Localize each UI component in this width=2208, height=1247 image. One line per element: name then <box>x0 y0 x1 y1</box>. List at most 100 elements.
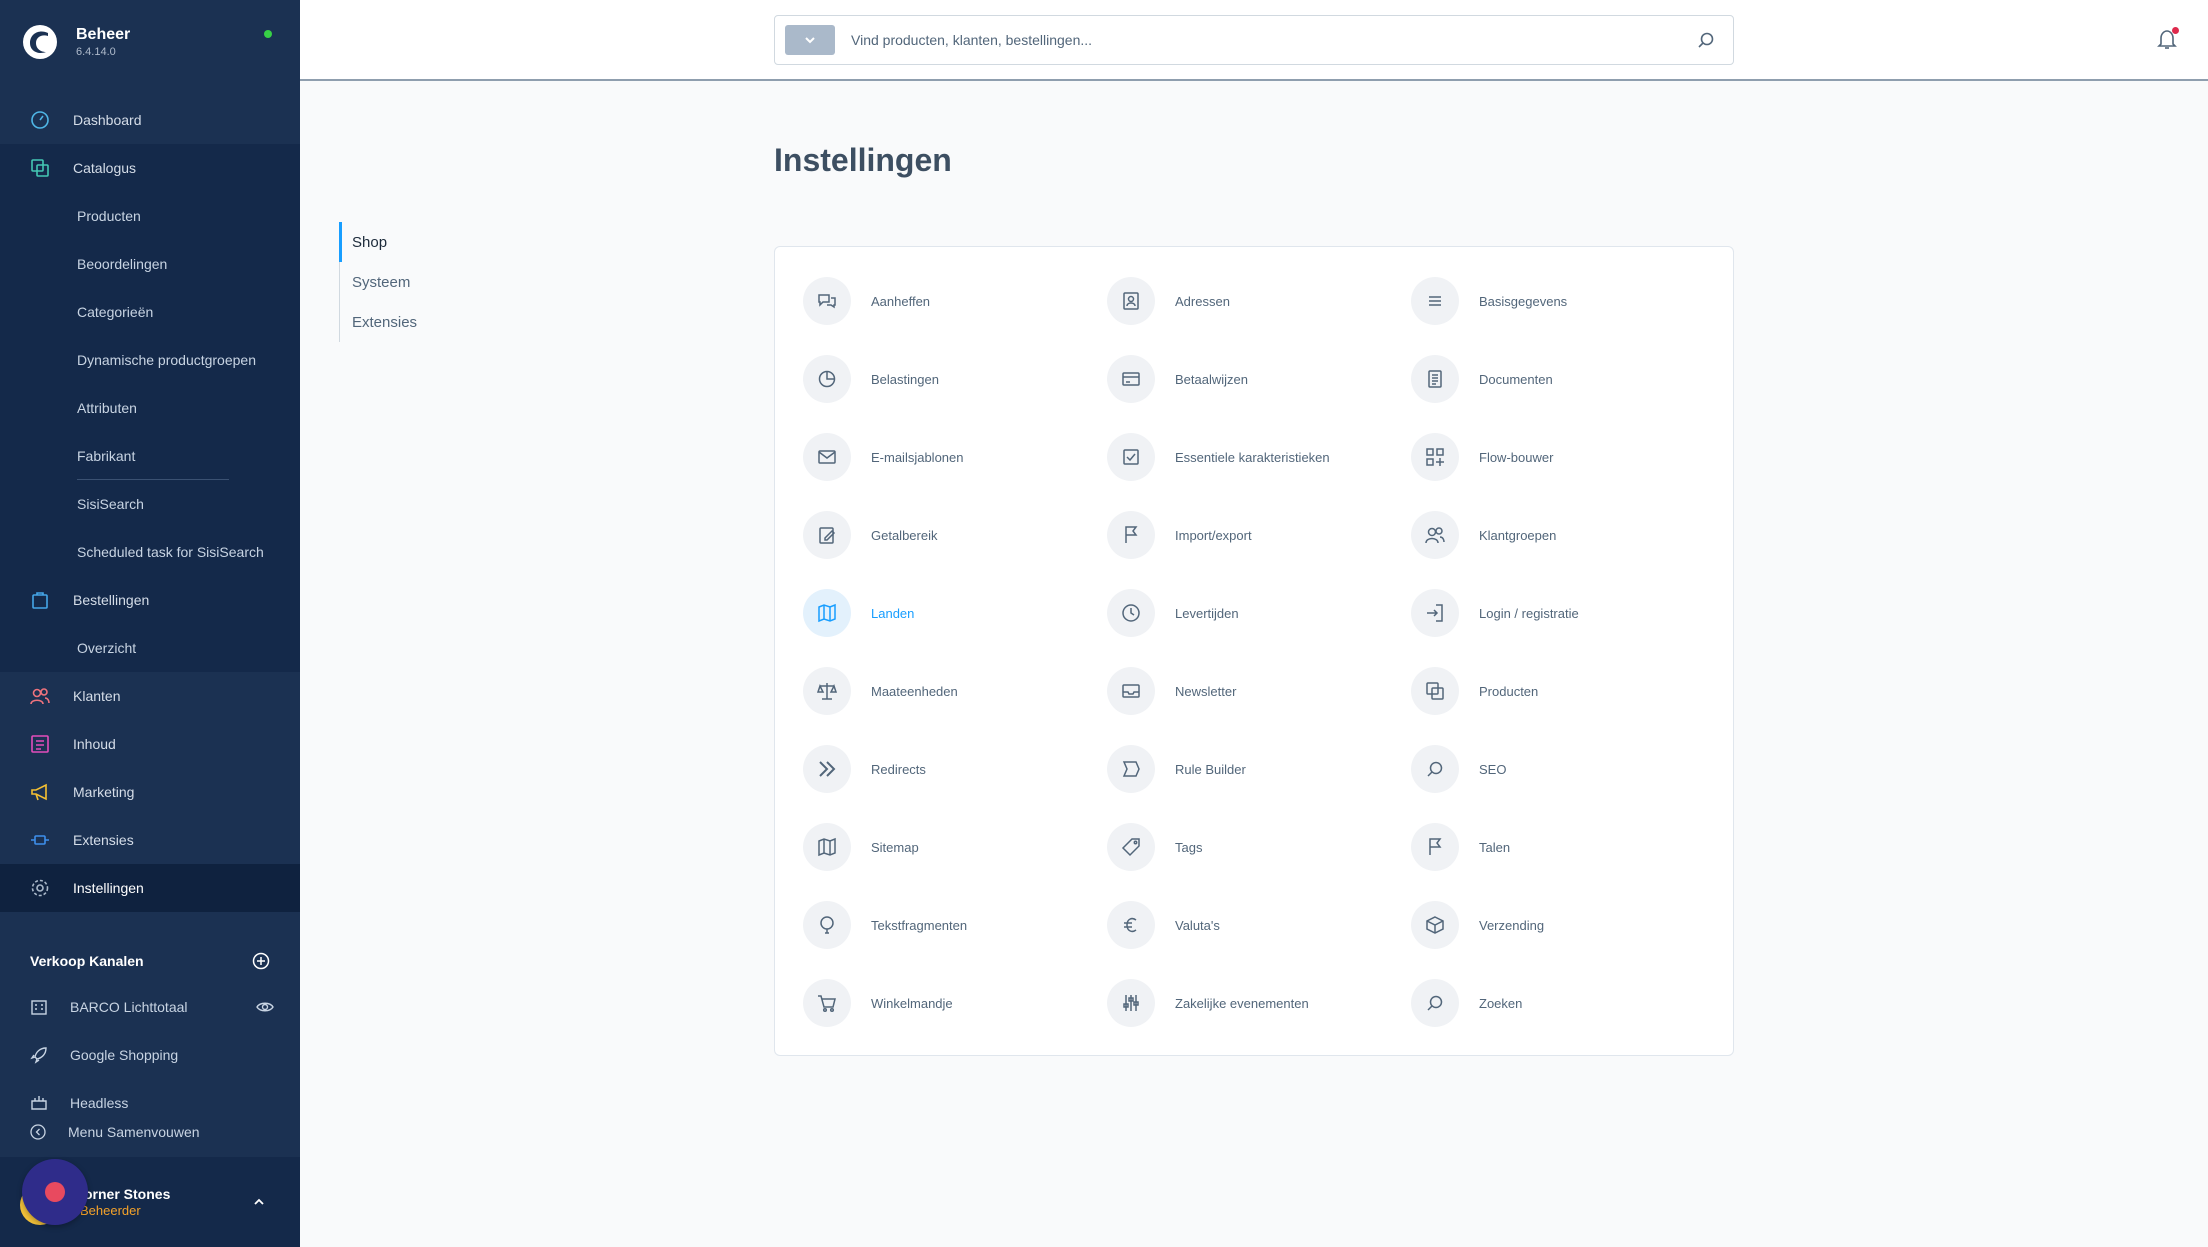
settings-item-label: Zoeken <box>1479 995 1523 1011</box>
edit-icon <box>803 511 851 559</box>
settings-item-essentiele-karakteristieken[interactable]: Essentiele karakteristieken <box>1107 431 1407 483</box>
shopware-logo[interactable] <box>22 24 58 60</box>
settings-item-seo[interactable]: SEO <box>1411 743 1711 795</box>
nav-sub-attributen[interactable]: Attributen <box>0 384 300 432</box>
chevron-up-icon[interactable] <box>252 1195 266 1209</box>
double-chevron-icon <box>803 745 851 793</box>
nav-sub-overzicht[interactable]: Overzicht <box>0 624 300 672</box>
settings-item-label: Newsletter <box>1175 683 1237 699</box>
settings-item-adressen[interactable]: Adressen <box>1107 275 1407 327</box>
settings-item-sitemap[interactable]: Sitemap <box>803 821 1103 873</box>
headless-icon <box>30 1094 48 1112</box>
settings-item-label: Valuta's <box>1175 917 1220 933</box>
settings-item-label: Documenten <box>1479 371 1553 387</box>
settings-item-basisgegevens[interactable]: Basisgegevens <box>1411 275 1711 327</box>
settings-item-label: Essentiele karakteristieken <box>1175 449 1330 465</box>
map-icon <box>803 823 851 871</box>
add-sales-channel-icon[interactable] <box>252 952 270 970</box>
products-icon <box>1411 667 1459 715</box>
chevron-down-icon <box>805 37 815 44</box>
settings-item-producten[interactable]: Producten <box>1411 665 1711 717</box>
nav-label: Klanten <box>73 688 121 704</box>
nav-sub-fabrikant[interactable]: Fabrikant <box>0 432 300 480</box>
settings-item-label: Zakelijke evenementen <box>1175 995 1309 1011</box>
settings-item-label: SEO <box>1479 761 1507 777</box>
sales-channels-header: Verkoop Kanalen <box>30 952 270 970</box>
settings-item-import-export[interactable]: Import/export <box>1107 509 1407 561</box>
settings-item-label: Belastingen <box>871 371 939 387</box>
settings-item-login-registratie[interactable]: Login / registratie <box>1411 587 1711 639</box>
users-icon <box>1411 511 1459 559</box>
eye-icon[interactable] <box>256 998 274 1016</box>
envelope-icon <box>803 433 851 481</box>
nav-instellingen[interactable]: Instellingen <box>0 864 300 912</box>
nav-bestellingen[interactable]: Bestellingen <box>0 576 300 624</box>
nav-sub-beoordelingen[interactable]: Beoordelingen <box>0 240 300 288</box>
search-icon[interactable] <box>1697 31 1715 49</box>
settings-item-levertijden[interactable]: Levertijden <box>1107 587 1407 639</box>
sales-channel-item[interactable]: Headless <box>30 1094 274 1112</box>
search-type-dropdown[interactable] <box>785 25 835 55</box>
nav-sub-sisisearch[interactable]: SisiSearch <box>0 480 300 528</box>
settings-item-valuta-s[interactable]: Valuta's <box>1107 899 1407 951</box>
flag-icon <box>1411 823 1459 871</box>
nav-extensies[interactable]: Extensies <box>0 816 300 864</box>
list-icon <box>1411 277 1459 325</box>
settings-item-label: Basisgegevens <box>1479 293 1568 309</box>
settings-item-label: Producten <box>1479 683 1539 699</box>
nav-dashboard[interactable]: Dashboard <box>0 96 300 144</box>
notification-badge <box>2172 27 2179 34</box>
settings-item-tekstfragmenten[interactable]: Tekstfragmenten <box>803 899 1103 951</box>
content-icon <box>29 733 51 755</box>
settings-item-zakelijke-evenementen[interactable]: Zakelijke evenementen <box>1107 977 1407 1029</box>
settings-item-klantgroepen[interactable]: Klantgroepen <box>1411 509 1711 561</box>
settings-item-label: Maateenheden <box>871 683 958 699</box>
nav-label: Bestellingen <box>73 592 150 608</box>
settings-item-getalbereik[interactable]: Getalbereik <box>803 509 1103 561</box>
tab-systeem[interactable]: Systeem <box>340 262 459 302</box>
nav-sub-dynamische-productgroepen[interactable]: Dynamische productgroepen <box>0 336 300 384</box>
settings-item-label: Klantgroepen <box>1479 527 1557 543</box>
nav-sub-producten[interactable]: Producten <box>0 192 300 240</box>
nav-klanten[interactable]: Klanten <box>0 672 300 720</box>
settings-item-betaalwijzen[interactable]: Betaalwijzen <box>1107 353 1407 405</box>
search-input[interactable] <box>851 32 1697 48</box>
nav-catalogus[interactable]: Catalogus <box>0 144 300 192</box>
settings-item-redirects[interactable]: Redirects <box>803 743 1103 795</box>
balloon-icon <box>803 901 851 949</box>
settings-item-e-mailsjablonen[interactable]: E-mailsjablonen <box>803 431 1103 483</box>
settings-item-landen[interactable]: Landen <box>803 587 1103 639</box>
nav-inhoud[interactable]: Inhoud <box>0 720 300 768</box>
nav-sub-categorieen[interactable]: Categorieën <box>0 288 300 336</box>
settings-item-zoeken[interactable]: Zoeken <box>1411 977 1711 1029</box>
sales-channel-item[interactable]: BARCO Lichttotaal <box>30 998 274 1016</box>
nav-marketing[interactable]: Marketing <box>0 768 300 816</box>
record-icon <box>45 1182 65 1202</box>
settings-item-label: Levertijden <box>1175 605 1239 621</box>
nav-sub-scheduled-task[interactable]: Scheduled task for SisiSearch <box>0 528 300 576</box>
settings-card: Aanheffen Adressen Basisgegevens Belastinge… <box>774 246 1734 1056</box>
notifications-button[interactable] <box>2156 27 2179 50</box>
settings-item-aanheffen[interactable]: Aanheffen <box>803 275 1103 327</box>
sidebar: Beheer 6.4.14.0 Dashboard Catalogus Prod… <box>0 0 300 1247</box>
settings-item-newsletter[interactable]: Newsletter <box>1107 665 1407 717</box>
settings-item-flow-bouwer[interactable]: Flow-bouwer <box>1411 431 1711 483</box>
collapse-menu-button[interactable]: Menu Samenvouwen <box>30 1124 200 1140</box>
box-icon <box>1411 901 1459 949</box>
rule-icon <box>1107 745 1155 793</box>
user-name: orner Stones <box>84 1186 171 1202</box>
settings-item-maateenheden[interactable]: Maateenheden <box>803 665 1103 717</box>
sales-channel-item[interactable]: Google Shopping <box>30 1046 274 1064</box>
settings-item-talen[interactable]: Talen <box>1411 821 1711 873</box>
settings-item-rule-builder[interactable]: Rule Builder <box>1107 743 1407 795</box>
tab-extensies[interactable]: Extensies <box>340 302 459 342</box>
floating-assistant-button[interactable] <box>22 1159 88 1225</box>
search-icon <box>1411 979 1459 1027</box>
settings-item-documenten[interactable]: Documenten <box>1411 353 1711 405</box>
settings-item-verzending[interactable]: Verzending <box>1411 899 1711 951</box>
chat-icon <box>803 277 851 325</box>
tab-shop[interactable]: Shop <box>339 222 459 262</box>
settings-item-tags[interactable]: Tags <box>1107 821 1407 873</box>
settings-item-winkelmandje[interactable]: Winkelmandje <box>803 977 1103 1029</box>
settings-item-belastingen[interactable]: Belastingen <box>803 353 1103 405</box>
